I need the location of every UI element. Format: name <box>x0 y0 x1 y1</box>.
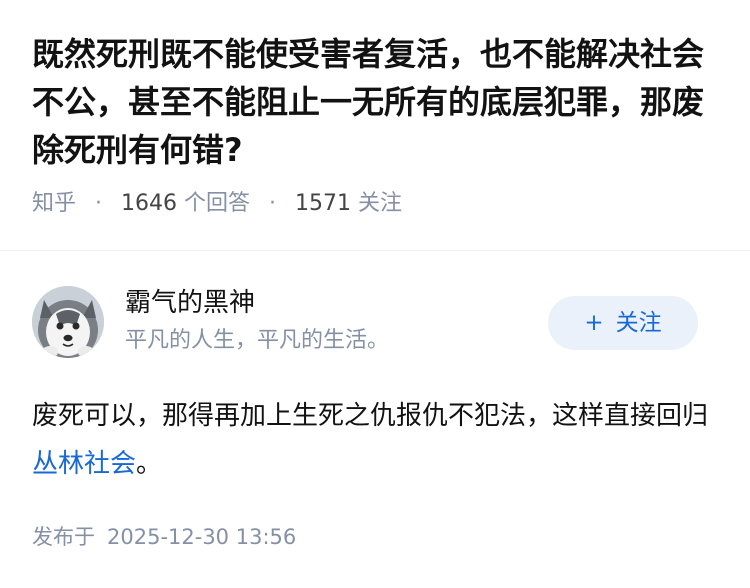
published-label: 发布于 <box>32 525 95 549</box>
author-row: 霸气的黑神 平凡的人生，平凡的生活。 + 关注 <box>32 284 718 360</box>
question-meta: 知乎 · 1646 个回答 · 1571 关注 <box>32 186 718 222</box>
author-bio: 平凡的人生，平凡的生活。 <box>125 328 390 353</box>
follower-count-label: 关注 <box>358 191 403 216</box>
answer-text: 废死可以，那得再加上生死之仇报仇不犯法，这样直接回归 <box>32 401 709 431</box>
zhihu-answer-page: 既然死刑既不能使受害者复活，也不能解决社会不公，甚至不能阻止一无所有的底层犯罪，… <box>0 0 750 588</box>
publish-time: 发布于 2025-12-30 13:56 <box>32 522 296 552</box>
follow-button-label: 关注 <box>615 310 662 336</box>
source-label[interactable]: 知乎 <box>32 191 76 216</box>
meta-separator: · <box>269 191 277 216</box>
meta-separator: · <box>95 191 103 216</box>
question-title[interactable]: 既然死刑既不能使受害者复活，也不能解决社会不公，甚至不能阻止一无所有的底层犯罪，… <box>32 30 718 174</box>
content-link[interactable]: 丛林社会 <box>32 449 136 479</box>
answer-count-label: 个回答 <box>184 191 251 216</box>
question-header: 既然死刑既不能使受害者复活，也不能解决社会不公，甚至不能阻止一无所有的底层犯罪，… <box>0 0 750 222</box>
plus-icon: + <box>584 310 604 336</box>
section-divider <box>0 250 750 251</box>
husky-dog-avatar-icon <box>32 286 104 358</box>
avatar[interactable] <box>32 286 104 358</box>
follow-button[interactable]: + 关注 <box>548 296 698 350</box>
answer-count-value: 1646 <box>121 191 178 216</box>
answer-content: 废死可以，那得再加上生死之仇报仇不犯法，这样直接回归丛林社会。 <box>32 392 718 488</box>
answer-text-end: 。 <box>136 449 163 479</box>
follower-count-value: 1571 <box>295 191 352 216</box>
author-name[interactable]: 霸气的黑神 <box>125 286 255 320</box>
published-time: 2025-12-30 13:56 <box>107 525 297 549</box>
